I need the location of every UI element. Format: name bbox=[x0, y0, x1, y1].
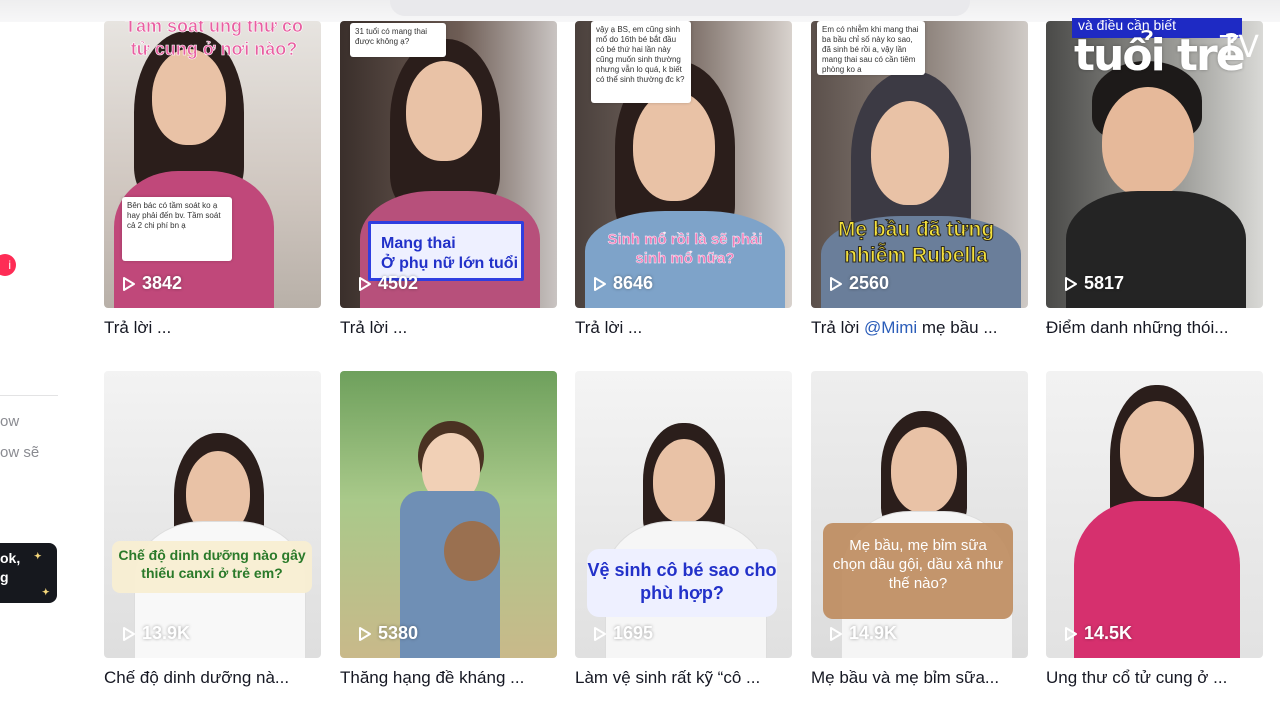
play-icon bbox=[1065, 276, 1077, 291]
video-thumbnail[interactable]: Mẹ bầu, mẹ bỉm sữa chọn dầu gội, dầu xả … bbox=[811, 371, 1028, 658]
sidebar-text-follow: ow bbox=[0, 413, 20, 430]
overlay-caption: Mẹ bầu, mẹ bỉm sữa chọn dầu gội, dầu xả … bbox=[823, 523, 1013, 619]
play-icon bbox=[830, 276, 842, 291]
logo-tv: TV bbox=[1220, 30, 1259, 65]
video-card[interactable]: vậy ạ BS, em cũng sinh mổ do 16th bé bắt… bbox=[575, 21, 792, 338]
promo-line-1: ok, bbox=[0, 550, 21, 566]
video-card[interactable]: Mẹ bầu, mẹ bỉm sữa chọn dầu gội, dầu xả … bbox=[811, 371, 1028, 688]
video-card[interactable]: 14.5K Ung thư cổ tử cung ở ... bbox=[1046, 371, 1263, 688]
play-icon bbox=[123, 276, 135, 291]
view-count-value: 5817 bbox=[1084, 273, 1125, 293]
video-card[interactable]: Vệ sinh cô bé sao cho phù hợp? 1695 Làm … bbox=[575, 371, 792, 688]
overlay-caption: Chế độ dinh dưỡng nào gây thiếu canxi ở … bbox=[112, 541, 312, 593]
video-caption[interactable]: Trả lời ... bbox=[104, 318, 321, 338]
overlay-caption: Tầm soát ung thư cổ tử cung ở nơi nào? bbox=[124, 21, 304, 59]
video-card[interactable]: Tầm soát ung thư cổ tử cung ở nơi nào? B… bbox=[104, 21, 321, 338]
video-thumbnail[interactable]: Vệ sinh cô bé sao cho phù hợp? 1695 bbox=[575, 371, 792, 658]
video-thumbnail[interactable]: 5380 bbox=[340, 371, 557, 658]
video-caption[interactable]: Điểm danh những thói... bbox=[1046, 318, 1263, 338]
comment-bubble: vậy ạ BS, em cũng sinh mổ do 16th bé bắt… bbox=[591, 21, 691, 103]
view-count-value: 14.5K bbox=[1084, 623, 1133, 643]
video-card[interactable]: Em có nhiễm khi mang thai ba bầu chỉ số … bbox=[811, 21, 1028, 338]
sparkle-icon: ✦ bbox=[42, 587, 50, 597]
video-card[interactable]: 31 tuổi có mang thai được không ạ? Mang … bbox=[340, 21, 557, 338]
overlay-caption: Mang thai Ở phụ nữ lớn tuổi bbox=[368, 221, 524, 281]
play-icon bbox=[359, 276, 371, 291]
view-count: 2560 bbox=[829, 273, 889, 294]
teddy-bear-illustration bbox=[444, 521, 500, 581]
view-count-value: 3842 bbox=[142, 273, 183, 293]
overlay-caption: Mẹ bầu đã từng nhiễm Rubella bbox=[837, 218, 995, 268]
video-caption[interactable]: Trả lời @Mimi mẹ bầu ... bbox=[811, 318, 1028, 338]
view-count-value: 2560 bbox=[849, 273, 890, 293]
play-icon bbox=[1065, 626, 1077, 641]
view-count: 14.9K bbox=[829, 623, 897, 644]
video-thumbnail[interactable]: Tầm soát ung thư cổ tử cung ở nơi nào? B… bbox=[104, 21, 321, 308]
sparkle-icon: ✦ bbox=[34, 551, 42, 561]
comment-bubble: Bên bác có tầm soát ko ạ hay phải đến bv… bbox=[122, 197, 232, 261]
overlay-caption: Sinh mổ rồi là sẽ phải sinh mổ nữa? bbox=[607, 231, 763, 267]
play-icon bbox=[594, 276, 606, 291]
view-count-value: 13.9K bbox=[142, 623, 191, 643]
video-caption[interactable]: Ung thư cổ tử cung ở ... bbox=[1046, 668, 1263, 688]
view-count: 4502 bbox=[358, 273, 418, 294]
comment-bubble: Em có nhiễm khi mang thai ba bầu chỉ số … bbox=[817, 21, 925, 75]
video-thumbnail[interactable]: Em có nhiễm khi mang thai ba bầu chỉ số … bbox=[811, 21, 1028, 308]
sidebar-divider bbox=[0, 395, 58, 396]
view-count-value: 1695 bbox=[613, 623, 654, 643]
view-count-value: 14.9K bbox=[849, 623, 898, 643]
video-thumbnail[interactable]: Chế độ dinh dưỡng nào gây thiếu canxi ở … bbox=[104, 371, 321, 658]
play-icon bbox=[594, 626, 606, 641]
tuoitre-tv-logo: và điều cần biết tuổi trẻ TV bbox=[1066, 18, 1266, 81]
view-count: 1695 bbox=[593, 623, 653, 644]
video-caption[interactable]: Làm vệ sinh rất kỹ “cô ... bbox=[575, 668, 792, 688]
video-card[interactable]: 5380 Thăng hạng đề kháng ... bbox=[340, 371, 557, 688]
view-count-value: 4502 bbox=[378, 273, 419, 293]
video-caption[interactable]: Thăng hạng đề kháng ... bbox=[340, 668, 557, 688]
notification-badge: i bbox=[0, 254, 16, 276]
logo-brand: tuổi trẻ bbox=[1074, 30, 1246, 81]
view-count: 5380 bbox=[358, 623, 418, 644]
video-card[interactable]: Chế độ dinh dưỡng nào gây thiếu canxi ở … bbox=[104, 371, 321, 688]
comment-bubble: 31 tuổi có mang thai được không ạ? bbox=[350, 23, 446, 57]
play-icon bbox=[359, 626, 371, 641]
video-thumbnail[interactable]: 14.5K bbox=[1046, 371, 1263, 658]
sidebar: i ow ow sẽ ok, g ✦ ✦ bbox=[0, 22, 80, 720]
caption-suffix: mẹ bầu ... bbox=[917, 318, 998, 337]
video-thumbnail[interactable]: vậy ạ BS, em cũng sinh mổ do 16th bé bắt… bbox=[575, 21, 792, 308]
user-mention-link[interactable]: @Mimi bbox=[864, 318, 917, 337]
view-count: 14.5K bbox=[1064, 623, 1132, 644]
video-caption[interactable]: Mẹ bầu và mẹ bỉm sữa... bbox=[811, 668, 1028, 688]
view-count: 8646 bbox=[593, 273, 653, 294]
play-icon bbox=[123, 626, 135, 641]
play-icon bbox=[830, 626, 842, 641]
view-count: 13.9K bbox=[122, 623, 190, 644]
sidebar-promo-card[interactable]: ok, g ✦ ✦ bbox=[0, 543, 57, 603]
view-count: 3842 bbox=[122, 273, 182, 294]
view-count-value: 8646 bbox=[613, 273, 654, 293]
video-caption[interactable]: Chế độ dinh dưỡng nà... bbox=[104, 668, 321, 688]
video-caption[interactable]: Trả lời ... bbox=[575, 318, 792, 338]
view-count: 5817 bbox=[1064, 273, 1124, 294]
caption-prefix: Trả lời bbox=[811, 318, 865, 337]
overlay-caption: Vệ sinh cô bé sao cho phù hợp? bbox=[587, 549, 777, 617]
video-thumbnail[interactable]: 31 tuổi có mang thai được không ạ? Mang … bbox=[340, 21, 557, 308]
view-count-value: 5380 bbox=[378, 623, 419, 643]
video-caption[interactable]: Trả lời ... bbox=[340, 318, 557, 338]
search-bar[interactable] bbox=[390, 0, 970, 16]
sidebar-text-follow-more: ow sẽ bbox=[0, 444, 40, 461]
